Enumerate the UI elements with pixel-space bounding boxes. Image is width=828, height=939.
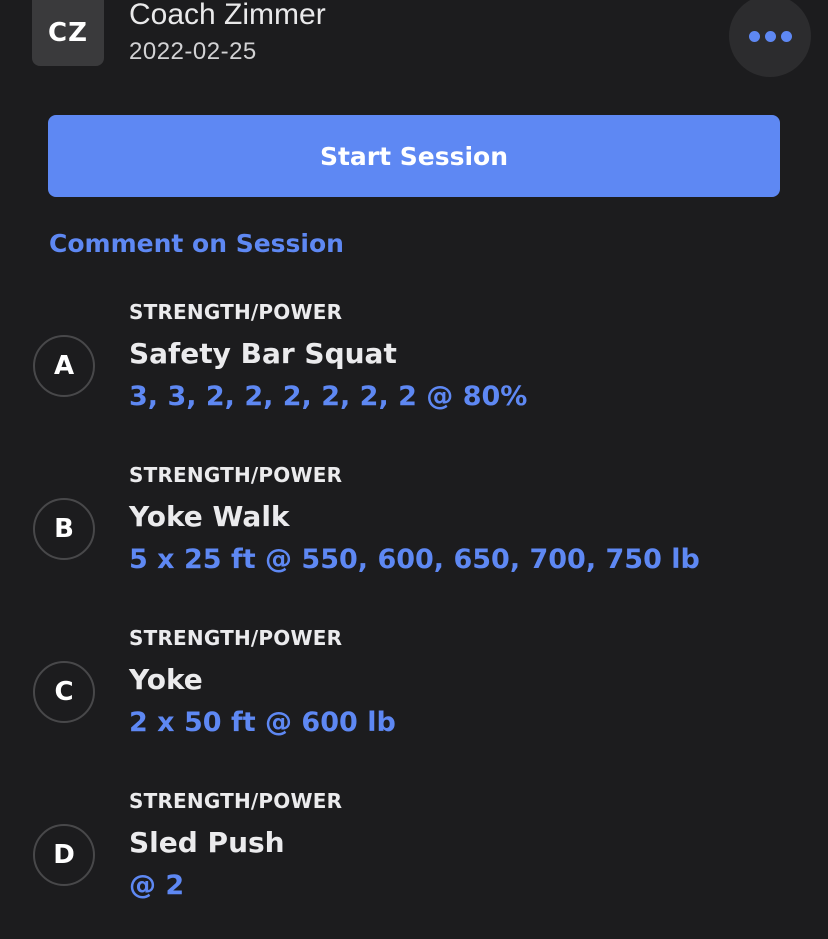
exercise-item-b[interactable]: B STRENGTH/POWER Yoke Walk 5 x 25 ft @ 5… (0, 463, 828, 613)
exercise-prescription: 2 x 50 ft @ 600 lb (129, 707, 396, 738)
exercise-category: STRENGTH/POWER (129, 300, 343, 324)
exercise-prescription: 3, 3, 2, 2, 2, 2, 2, 2 @ 80% (129, 381, 528, 412)
exercise-letter-badge: B (33, 498, 95, 560)
exercise-category: STRENGTH/POWER (129, 463, 343, 487)
exercise-name: Yoke (129, 663, 203, 696)
session-header: CZ Coach Zimmer 2022-02-25 (0, 0, 828, 100)
start-session-button[interactable]: Start Session (48, 115, 780, 197)
exercise-name: Yoke Walk (129, 500, 290, 533)
exercise-letter-badge: A (33, 335, 95, 397)
exercise-category: STRENGTH/POWER (129, 789, 343, 813)
exercise-prescription: @ 2 (129, 870, 185, 901)
session-date: 2022-02-25 (129, 38, 257, 65)
exercise-letter-badge: D (33, 824, 95, 886)
exercise-prescription: 5 x 25 ft @ 550, 600, 650, 700, 750 lb (129, 544, 700, 575)
coach-name: Coach Zimmer (129, 0, 326, 31)
exercise-item-c[interactable]: C STRENGTH/POWER Yoke 2 x 50 ft @ 600 lb (0, 626, 828, 776)
more-options-button[interactable] (729, 0, 811, 77)
comment-on-session-link[interactable]: Comment on Session (49, 229, 344, 258)
exercise-item-d[interactable]: D STRENGTH/POWER Sled Push @ 2 (0, 789, 828, 939)
exercise-category: STRENGTH/POWER (129, 626, 343, 650)
ellipsis-icon (748, 30, 792, 42)
exercise-name: Safety Bar Squat (129, 337, 397, 370)
avatar[interactable]: CZ (32, 0, 104, 66)
exercise-item-a[interactable]: A STRENGTH/POWER Safety Bar Squat 3, 3, … (0, 300, 828, 450)
exercise-letter-badge: C (33, 661, 95, 723)
exercise-name: Sled Push (129, 826, 285, 859)
